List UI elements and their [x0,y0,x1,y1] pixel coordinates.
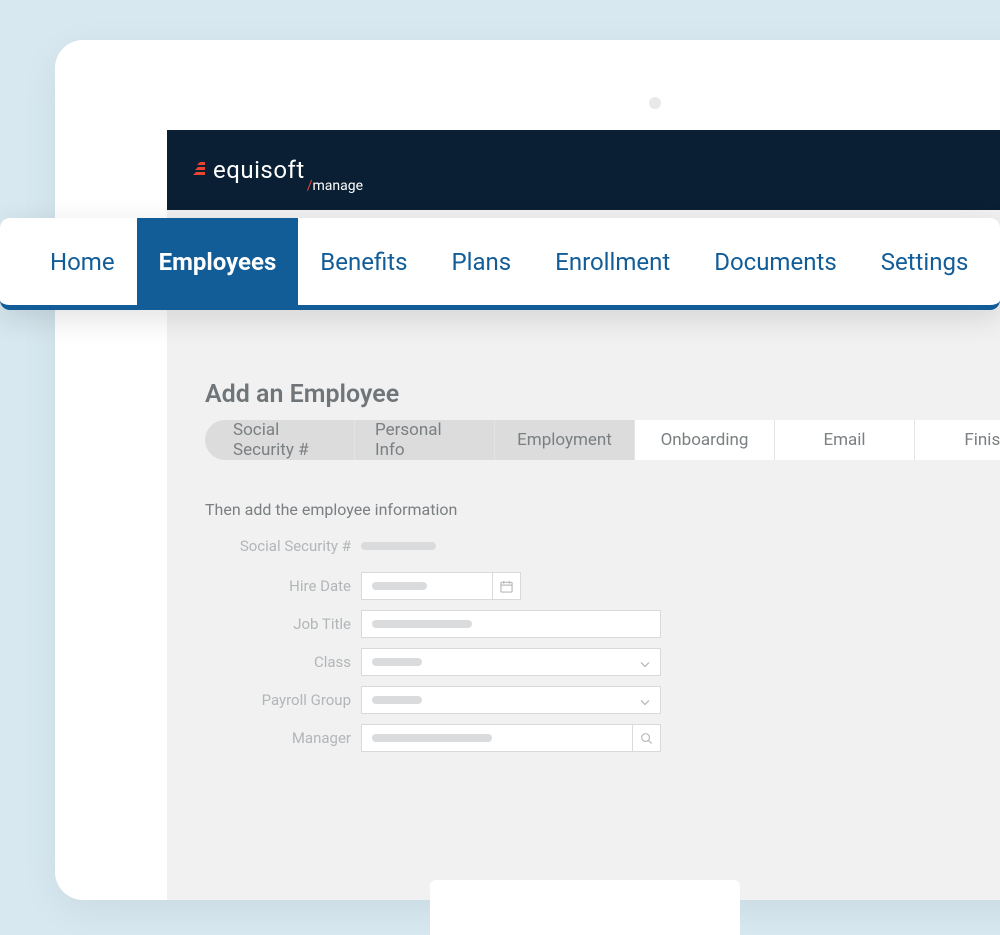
label-class: Class [205,653,361,671]
calendar-icon[interactable] [492,573,520,599]
row-hire-date: Hire Date [205,572,661,600]
label-job-title: Job Title [205,615,361,633]
input-manager[interactable] [361,724,661,752]
row-class: Class [205,648,661,676]
wizard-step-ssn[interactable]: Social Security # [205,420,355,460]
content-panel: Add an Employee Social Security # Person… [167,210,1000,900]
nav-settings[interactable]: Settings [859,218,991,305]
wizard-step-email[interactable]: Email [775,420,915,460]
label-payroll-group: Payroll Group [205,691,361,709]
row-ssn: Social Security # [205,530,661,562]
placeholder-payroll-group [372,696,422,704]
employee-form: Social Security # Hire Date Job Title [205,530,661,762]
monitor-frame: equisoft /manage Add an Employee Social … [55,40,1000,900]
nav-home[interactable]: Home [28,218,137,305]
label-ssn: Social Security # [205,537,361,555]
wizard-step-personal[interactable]: Personal Info [355,420,495,460]
section-instruction: Then add the employee information [205,500,457,519]
camera-dot [649,97,661,109]
nav-benefits[interactable]: Benefits [298,218,429,305]
app-header: equisoft /manage [167,130,1000,210]
select-class[interactable] [361,648,661,676]
monitor-stand [430,880,740,935]
placeholder-hire-date [372,582,427,590]
select-payroll-group[interactable] [361,686,661,714]
label-hire-date: Hire Date [205,577,361,595]
brand-subproduct: /manage [307,178,363,194]
wizard-tabs: Social Security # Personal Info Employme… [205,420,1000,460]
page-title: Add an Employee [205,380,399,409]
chevron-down-icon [640,691,650,710]
chevron-down-icon [640,653,650,672]
input-job-title[interactable] [361,610,661,638]
search-icon[interactable] [632,725,660,751]
row-payroll-group: Payroll Group [205,686,661,714]
nav-enrollment[interactable]: Enrollment [533,218,692,305]
wizard-step-onboarding[interactable]: Onboarding [635,420,775,460]
row-job-title: Job Title [205,610,661,638]
placeholder-job-title [372,620,472,628]
input-hire-date[interactable] [361,572,521,600]
placeholder-manager [372,734,492,742]
main-nav: Home Employees Benefits Plans Enrollment… [0,218,1000,310]
placeholder-class [372,658,422,666]
wizard-step-finish[interactable]: Finish [915,420,1000,460]
nav-documents[interactable]: Documents [692,218,859,305]
brand-name: equisoft [213,156,305,184]
placeholder-ssn [361,542,436,550]
wizard-step-employment[interactable]: Employment [495,420,635,460]
label-manager: Manager [205,729,361,747]
nav-plans[interactable]: Plans [430,218,534,305]
brand-mark-icon [189,158,209,178]
brand-logo: equisoft /manage [189,156,363,184]
nav-employees[interactable]: Employees [137,218,299,305]
row-manager: Manager [205,724,661,752]
